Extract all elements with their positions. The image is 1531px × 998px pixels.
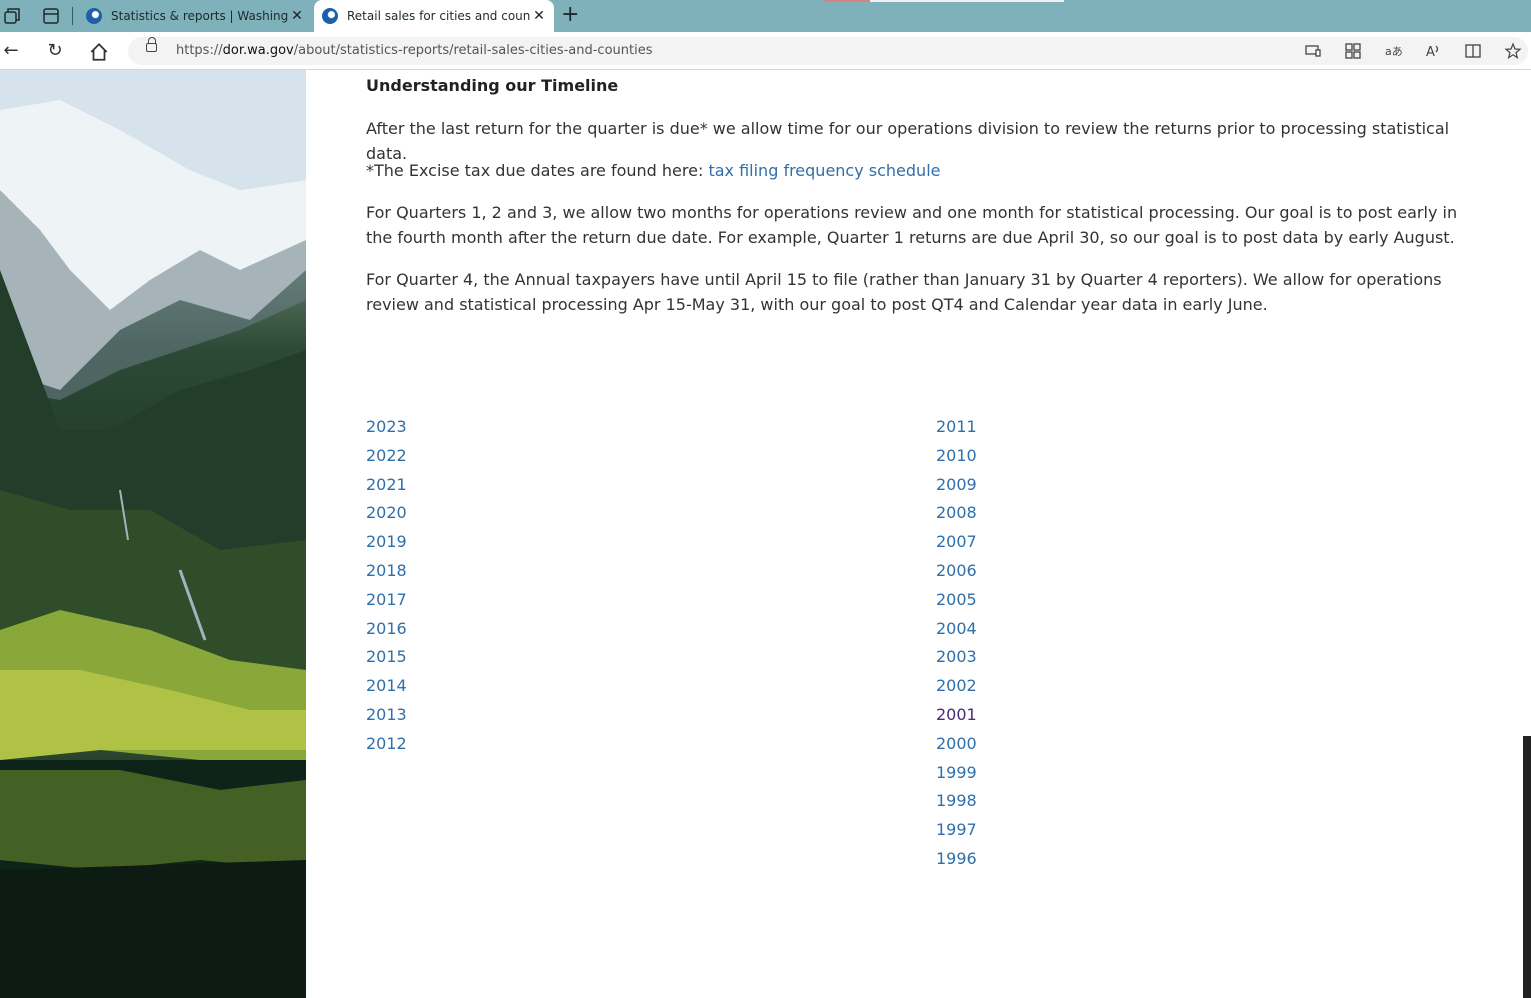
- extensions-icon[interactable]: [1344, 42, 1362, 60]
- tax-filing-frequency-link[interactable]: tax filing frequency schedule: [708, 161, 940, 180]
- workspaces-icon[interactable]: [2, 6, 22, 26]
- favorite-star-icon[interactable]: [1504, 42, 1522, 60]
- tab-actions-icon[interactable]: [41, 6, 61, 26]
- year-link-2008[interactable]: 2008: [936, 503, 977, 522]
- year-link-2004[interactable]: 2004: [936, 619, 977, 638]
- year-link-2012[interactable]: 2012: [366, 734, 407, 753]
- mountain-lake-illustration: [0, 70, 306, 998]
- year-link-2013[interactable]: 2013: [366, 705, 407, 724]
- tab-separator: [72, 7, 73, 25]
- site-favicon-icon: [322, 8, 338, 24]
- timeline-paragraph-3: For Quarters 1, 2 and 3, we allow two mo…: [366, 203, 1458, 247]
- lock-icon[interactable]: [146, 37, 157, 52]
- new-tab-button[interactable]: +: [561, 4, 579, 26]
- scenery-image: [0, 70, 306, 998]
- tab-retail-sales[interactable]: Retail sales for cities and countie ✕: [314, 0, 554, 32]
- year-link-2009[interactable]: 2009: [936, 475, 977, 494]
- year-link-1998[interactable]: 1998: [936, 791, 977, 810]
- svg-text:A: A: [1426, 45, 1435, 60]
- svg-text:aあ: aあ: [1385, 45, 1402, 58]
- read-aloud-icon[interactable]: A: [1424, 42, 1442, 60]
- year-link-2000[interactable]: 2000: [936, 734, 977, 753]
- year-link-1996[interactable]: 1996: [936, 849, 977, 868]
- scrollbar-thumb[interactable]: [1523, 736, 1531, 998]
- year-link-2020[interactable]: 2020: [366, 503, 407, 522]
- home-icon[interactable]: [88, 41, 110, 63]
- page-section-heading: Understanding our Timeline: [366, 76, 619, 95]
- url-text[interactable]: https://dor.wa.gov/about/statistics-repo…: [176, 43, 653, 58]
- year-link-2014[interactable]: 2014: [366, 676, 407, 695]
- translate-icon[interactable]: aあ: [1384, 42, 1402, 60]
- close-tab-icon[interactable]: ✕: [530, 8, 548, 24]
- year-link-2006[interactable]: 2006: [936, 561, 977, 580]
- year-link-2007[interactable]: 2007: [936, 532, 977, 551]
- tab-bar: Statistics & reports | Washington ✕ Reta…: [0, 0, 1531, 32]
- split-screen-icon[interactable]: [1464, 42, 1482, 60]
- year-link-2003[interactable]: 2003: [936, 647, 977, 666]
- year-link-2010[interactable]: 2010: [936, 446, 977, 465]
- year-link-1999[interactable]: 1999: [936, 763, 977, 782]
- tab-bar-accent-light: [870, 0, 1064, 2]
- year-link-2018[interactable]: 2018: [366, 561, 407, 580]
- refresh-icon[interactable]: ↻: [44, 40, 66, 62]
- year-link-2021[interactable]: 2021: [366, 475, 407, 494]
- back-icon[interactable]: ←: [0, 40, 22, 62]
- year-link-2005[interactable]: 2005: [936, 590, 977, 609]
- site-favicon-icon: [86, 8, 102, 24]
- year-link-2011[interactable]: 2011: [936, 417, 977, 436]
- tab-statistics-reports[interactable]: Statistics & reports | Washington ✕: [78, 0, 312, 32]
- tab-title: Retail sales for cities and countie: [347, 9, 530, 23]
- tab-bar-accent: [824, 0, 870, 2]
- year-link-2015[interactable]: 2015: [366, 647, 407, 666]
- year-link-1997[interactable]: 1997: [936, 820, 977, 839]
- close-tab-icon[interactable]: ✕: [288, 8, 306, 24]
- year-link-2022[interactable]: 2022: [366, 446, 407, 465]
- year-link-2017[interactable]: 2017: [366, 590, 407, 609]
- year-link-2023[interactable]: 2023: [366, 417, 407, 436]
- timeline-paragraph-2: *The Excise tax due dates are found here…: [366, 161, 941, 180]
- year-link-2016[interactable]: 2016: [366, 619, 407, 638]
- tab-title: Statistics & reports | Washington: [111, 9, 288, 23]
- app-available-icon[interactable]: [1304, 42, 1322, 60]
- year-link-2001[interactable]: 2001: [936, 705, 977, 724]
- year-link-2002[interactable]: 2002: [936, 676, 977, 695]
- year-link-2019[interactable]: 2019: [366, 532, 407, 551]
- timeline-paragraph-4: For Quarter 4, the Annual taxpayers have…: [366, 270, 1442, 314]
